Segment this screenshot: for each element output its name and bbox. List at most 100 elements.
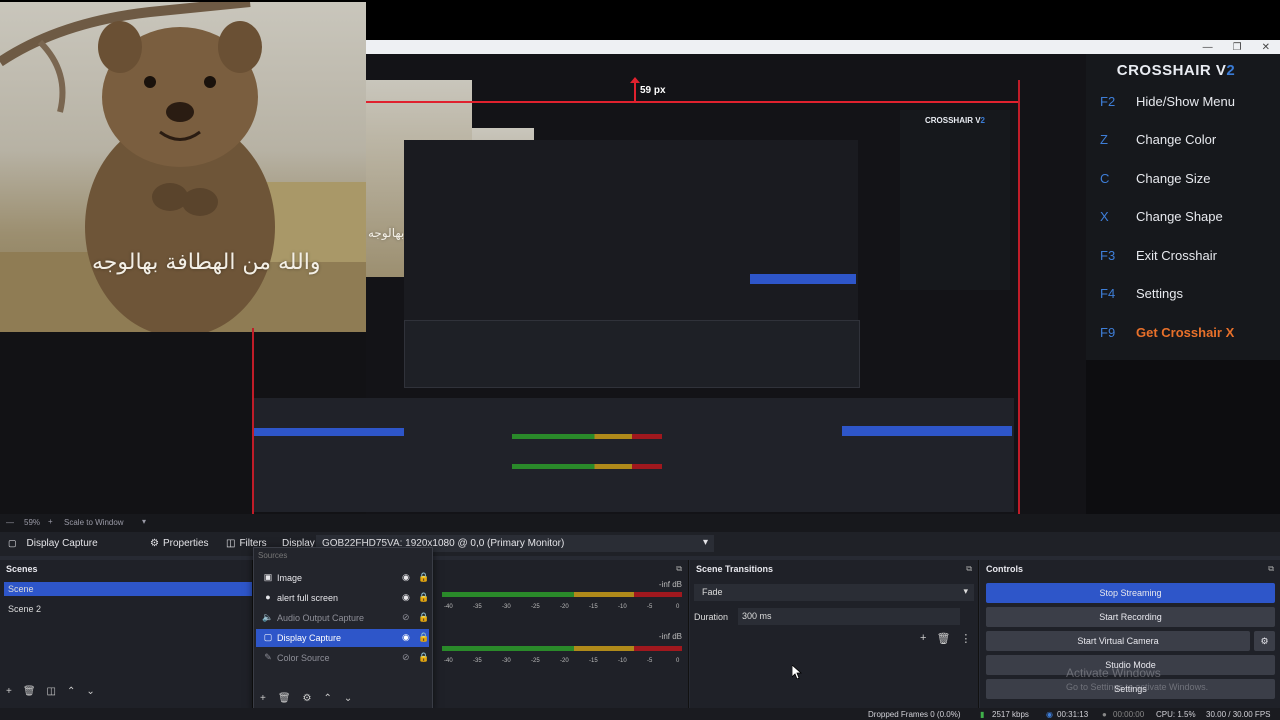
stop-streaming-button[interactable]: Stop Streaming [986, 583, 1275, 603]
arrow-down-icon[interactable]: ⌄ [86, 686, 94, 697]
mixer-tick-label: -40 [444, 658, 453, 664]
start-virtual-camera-button[interactable]: Start Virtual Camera [986, 631, 1250, 651]
hotkey-label: Z [1100, 132, 1108, 147]
lock-icon[interactable]: 🔒 [418, 572, 429, 583]
transition-select-value: Fade [702, 587, 723, 597]
lock-icon[interactable]: 🔒 [418, 652, 429, 663]
restore-icon[interactable]: ❐ [1233, 42, 1242, 53]
stream-time: 00:31:13 [1057, 710, 1089, 719]
hotkey-label: F2 [1100, 94, 1116, 109]
eye-hidden-icon[interactable]: ⊘ [402, 652, 410, 663]
watermark-line2: Go to Settings to activate Windows. [1066, 682, 1209, 692]
fps-readout: 30.00 / 30.00 FPS [1206, 710, 1271, 719]
source-item-image[interactable]: ▣ Image ◉ 🔒 [256, 569, 429, 587]
arrow-up-icon[interactable]: ⌃ [67, 686, 75, 697]
source-label: Color Source [277, 653, 330, 663]
mixer-tick-label: -30 [502, 604, 511, 610]
scene-label: Scene [8, 584, 34, 594]
scale-mode[interactable]: Scale to Window [64, 518, 124, 527]
status-bar: Dropped Frames 0 (0.0%) ▮ 2517 kbps ◉ 00… [0, 708, 1280, 720]
audio-mixer-dock: ⧉ -inf dB -inf dB -40 -35 -30 -25 -20 -15 -10 -… [432, 560, 689, 708]
hotkey-action: Exit Crosshair [1136, 248, 1217, 263]
hotkey-action: Hide/Show Menu [1136, 94, 1235, 109]
crosshair-item-get-x[interactable]: F9 Get Crosshair X [1086, 325, 1280, 347]
guide-line-vertical [634, 80, 636, 102]
eye-icon[interactable]: ◉ [402, 592, 410, 603]
crosshair-item-shape[interactable]: X Change Shape [1086, 209, 1280, 231]
hotkey-label: F9 [1100, 325, 1116, 340]
scene-item[interactable]: Scene 2 [4, 602, 252, 616]
nested-capture-region: والله من الهطافة بهالوجه CROSSHAIR V2 [252, 80, 1020, 514]
current-source-label: Display Capture [26, 538, 98, 549]
more-icon[interactable]: ⋮ [960, 632, 971, 645]
source-item-audio[interactable]: 🔈 Audio Output Capture ⊘ 🔒 [256, 609, 429, 627]
sources-dock: Sources ▣ Image ◉ 🔒 ● alert full screen … [253, 547, 433, 711]
filter-icon[interactable]: ◫ [47, 686, 56, 697]
lock-icon[interactable]: 🔒 [418, 612, 429, 623]
dock-undock-icon[interactable]: ⧉ [966, 564, 972, 574]
nested-crosshair-title: CROSSHAIR V2 [924, 116, 985, 125]
scenes-dock: Scenes Scene Scene 2 + 🗑 ◫ ⌃ ⌄ [0, 560, 253, 708]
source-label: alert full screen [277, 593, 339, 603]
crosshair-title-version: 2 [1226, 62, 1236, 79]
source-label: Display Capture [277, 633, 342, 643]
virtual-camera-settings-button[interactable]: ⚙ [1254, 631, 1275, 651]
mixer-tick-label: -35 [473, 658, 482, 664]
eye-hidden-icon[interactable]: ⊘ [402, 612, 410, 623]
crosshair-item-size[interactable]: C Change Size [1086, 171, 1280, 193]
trash-icon[interactable]: 🗑 [936, 632, 950, 645]
crosshair-item-hide-show[interactable]: F2 Hide/Show Menu [1086, 94, 1280, 116]
mixer-tick-label: -30 [502, 658, 511, 664]
gear-icon[interactable]: ⚙ [303, 693, 312, 704]
scene-label: Scene 2 [8, 604, 42, 614]
transition-select[interactable]: Fade ▾ [694, 584, 974, 601]
mixer-tick-label: -15 [589, 658, 598, 664]
arrow-up-icon[interactable]: ⌃ [324, 693, 332, 704]
close-icon[interactable]: ✕ [1262, 42, 1270, 53]
gear-icon: ⚙ [1260, 636, 1269, 646]
record-icon: ● [1102, 710, 1107, 719]
chevron-down-icon[interactable]: ▾ [142, 517, 146, 526]
add-icon[interactable]: + [260, 693, 266, 704]
nested-meter-2 [512, 464, 662, 469]
bitrate: 2517 kbps [992, 710, 1029, 719]
crosshair-item-settings[interactable]: F4 Settings [1086, 286, 1280, 308]
crosshair-item-color[interactable]: Z Change Color [1086, 132, 1280, 154]
lock-icon[interactable]: 🔒 [418, 632, 429, 643]
mixer-meter-bottom [442, 646, 682, 651]
source-toolbar: ▢ Display Capture ⚙ Properties ◫ Filters… [0, 532, 1280, 556]
add-icon[interactable]: + [6, 686, 12, 697]
scene-item-selected[interactable]: Scene [4, 582, 252, 596]
mixer-tick-label: -5 [647, 658, 653, 664]
zoom-in-icon[interactable]: + [48, 517, 53, 526]
arrow-down-icon[interactable]: ⌄ [344, 693, 352, 704]
zoom-out-icon[interactable]: — [6, 518, 14, 527]
minimize-icon[interactable]: — [1203, 42, 1213, 53]
start-recording-button[interactable]: Start Recording [986, 607, 1275, 627]
add-icon[interactable]: + [920, 632, 926, 645]
trash-icon[interactable]: 🗑 [23, 686, 36, 697]
nested-screen [404, 140, 860, 388]
source-item-display[interactable]: ▢ Display Capture ◉ 🔒 [256, 629, 429, 647]
mixer-tick-label: -20 [560, 604, 569, 610]
window-controls: — ❐ ✕ [1203, 40, 1270, 54]
eye-icon[interactable]: ◉ [402, 572, 410, 583]
dock-undock-icon[interactable]: ⧉ [676, 564, 682, 574]
trash-icon[interactable]: 🗑 [278, 693, 291, 704]
eye-icon[interactable]: ◉ [402, 632, 410, 643]
source-item-alert[interactable]: ● alert full screen ◉ 🔒 [256, 589, 429, 607]
duration-input[interactable]: 300 ms [738, 608, 960, 625]
crosshair-item-exit[interactable]: F3 Exit Crosshair [1086, 248, 1280, 270]
dock-undock-icon[interactable]: ⧉ [1268, 564, 1274, 574]
transitions-footer: + 🗑 ⋮ [920, 632, 971, 645]
mixer-meter-top [442, 592, 682, 597]
signal-icon: ▮ [980, 710, 985, 719]
lock-icon[interactable]: 🔒 [418, 592, 429, 603]
properties-button[interactable]: ⚙ Properties [150, 538, 209, 549]
mixer-level-bottom: -inf dB [658, 632, 682, 641]
properties-label: Properties [162, 538, 209, 549]
source-item-color[interactable]: ✎ Color Source ⊘ 🔒 [256, 649, 429, 667]
source-label: Image [277, 573, 303, 583]
dropped-frames: Dropped Frames 0 (0.0%) [868, 710, 961, 719]
capture-left-border [252, 328, 254, 514]
